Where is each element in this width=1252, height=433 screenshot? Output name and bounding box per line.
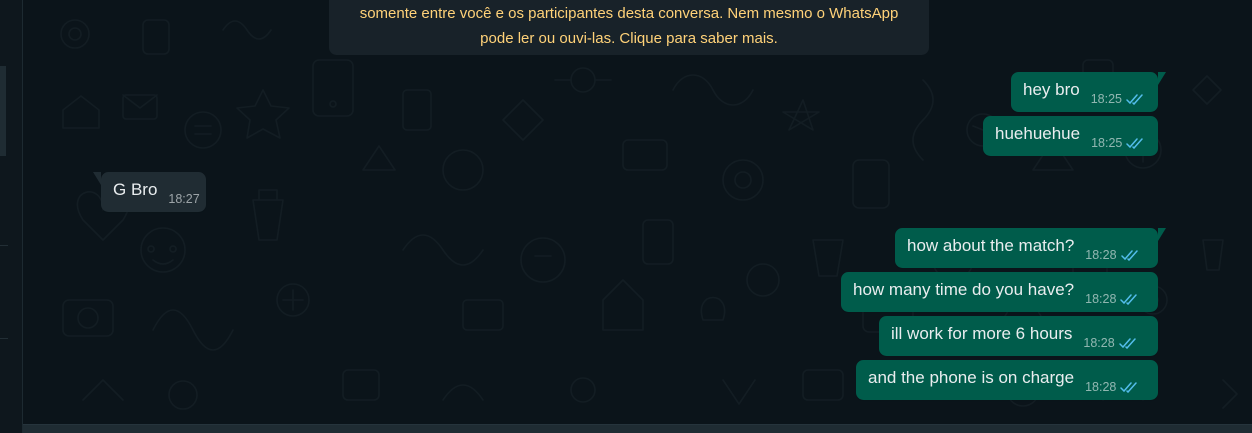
message-meta: 18:28 [1085,380,1138,394]
message-text: G Bro [113,180,158,199]
message-meta: 18:25 [1091,136,1144,150]
message-meta: 18:28 [1085,248,1138,262]
message-time: 18:28 [1085,380,1117,394]
message-time: 18:27 [168,192,200,206]
message-time: 18:28 [1085,292,1117,306]
message-outgoing[interactable]: how about the match? 18:28 [895,228,1166,268]
message-time: 18:25 [1090,92,1122,106]
divider [0,338,8,339]
chat-list-scrollbar[interactable] [0,66,6,156]
bubble-tail [1158,72,1166,85]
message-meta: 18:25 [1091,92,1144,106]
bubble-tail [1158,228,1166,241]
double-check-read-icon [1120,249,1138,261]
message-time: 18:28 [1085,248,1117,262]
message-meta: 18:28 [1085,292,1138,306]
encryption-notice[interactable]: somente entre você e os participantes de… [329,0,929,55]
message-outgoing[interactable]: hey bro 18:25 [1011,72,1166,112]
message-text: how many time do you have? [853,280,1075,299]
double-check-read-icon [1118,337,1136,349]
chat-panel: somente entre você e os participantes de… [0,0,1252,433]
message-outgoing[interactable]: ill work for more 6 hours 18:28 [879,316,1158,356]
message-meta: 18:28 [1083,336,1136,350]
message-outgoing[interactable]: how many time do you have? 18:28 [841,272,1158,312]
double-check-read-icon [1126,93,1143,105]
message-outgoing[interactable]: and the phone is on charge 18:28 [856,360,1158,400]
composer-top-edge [23,424,1252,433]
divider [0,245,8,246]
chat-list-edge [0,0,23,433]
message-text: and the phone is on charge [868,368,1075,387]
message-time: 18:28 [1083,336,1115,350]
double-check-read-icon [1120,381,1138,393]
message-time: 18:25 [1091,136,1123,150]
message-text: ill work for more 6 hours [891,324,1073,343]
bubble-tail [93,172,101,185]
encryption-notice-line-2: pode ler ou ouvi-las. Clique para saber … [480,30,778,47]
message-text: how about the match? [907,236,1075,255]
message-text: huehuehue [995,124,1081,143]
message-text: hey bro [1023,80,1080,99]
message-meta: 18:27 [168,192,199,206]
double-check-read-icon [1126,137,1144,149]
encryption-notice-line-1: somente entre você e os participantes de… [359,5,899,22]
message-incoming[interactable]: G Bro 18:27 [93,172,206,212]
double-check-read-icon [1120,293,1138,305]
message-outgoing[interactable]: huehuehue 18:25 [983,116,1158,156]
